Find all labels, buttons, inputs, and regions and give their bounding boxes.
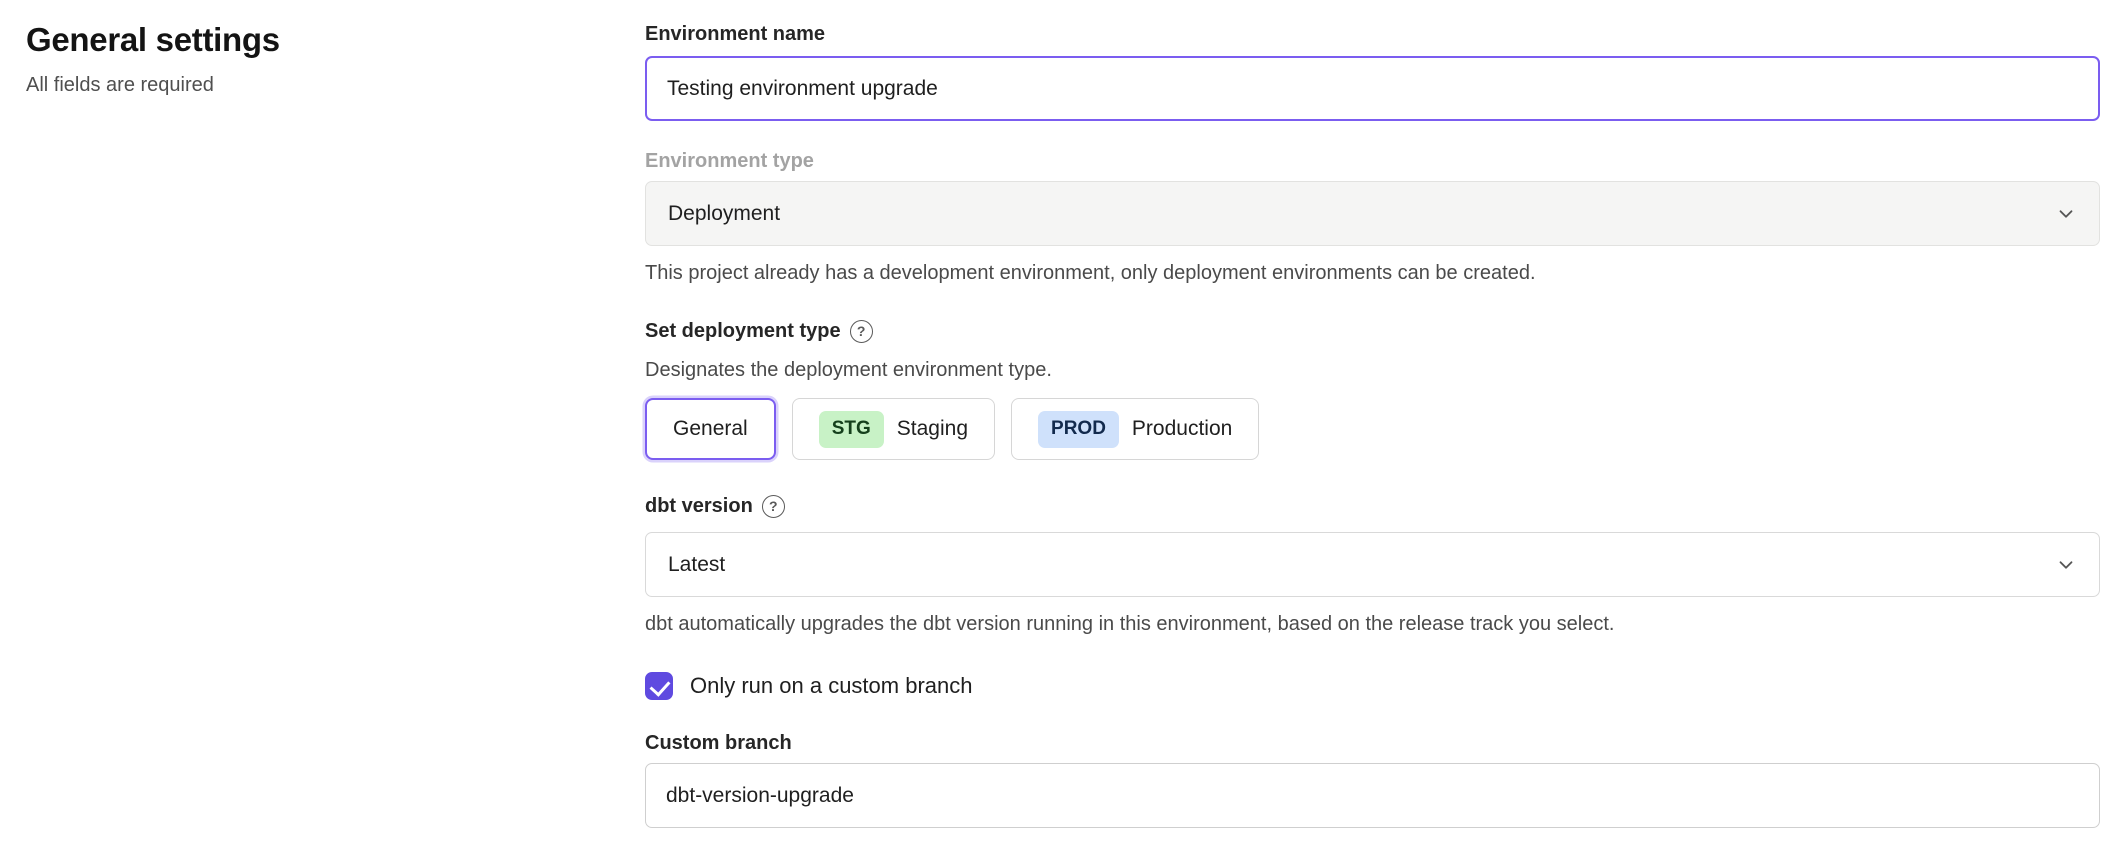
environment-name-input[interactable] (645, 56, 2100, 121)
deployment-type-staging-button[interactable]: STG Staging (792, 398, 995, 460)
deployment-type-staging-label: Staging (897, 417, 968, 441)
chevron-down-icon (2055, 203, 2077, 225)
environment-settings-form: Environment name Environment type Deploy… (645, 18, 2100, 864)
dbt-version-label-row: dbt version (645, 492, 2100, 520)
deployment-type-helper: Designates the deployment environment ty… (645, 357, 2100, 384)
dbt-version-selected-value: Latest (668, 553, 725, 577)
deployment-type-production-label: Production (1132, 417, 1232, 441)
chevron-down-icon (2055, 554, 2077, 576)
help-icon[interactable] (762, 495, 785, 518)
environment-type-helper: This project already has a development e… (645, 260, 2100, 287)
deployment-type-options: General STG Staging PROD Production (645, 398, 2100, 460)
dbt-version-select[interactable]: Latest (645, 532, 2100, 597)
deployment-type-production-button[interactable]: PROD Production (1011, 398, 1259, 460)
custom-branch-checkbox-label[interactable]: Only run on a custom branch (690, 673, 972, 699)
environment-type-label: Environment type (645, 147, 2100, 175)
dbt-version-label: dbt version (645, 492, 753, 520)
custom-branch-checkbox[interactable] (645, 672, 673, 700)
custom-branch-toggle-row: Only run on a custom branch (645, 672, 2100, 700)
environment-name-label: Environment name (645, 20, 2100, 48)
dbt-version-helper: dbt automatically upgrades the dbt versi… (645, 611, 2100, 638)
environment-settings-page: General settings All fields are required… (0, 0, 2116, 864)
environment-type-select[interactable]: Deployment (645, 181, 2100, 246)
deployment-type-general-label: General (673, 417, 748, 441)
settings-header: General settings All fields are required (26, 18, 645, 864)
staging-badge: STG (819, 411, 884, 448)
production-badge: PROD (1038, 411, 1119, 448)
environment-type-selected-value: Deployment (668, 202, 780, 226)
custom-branch-input[interactable] (645, 763, 2100, 828)
deployment-type-label: Set deployment type (645, 317, 841, 345)
help-icon[interactable] (850, 320, 873, 343)
page-subtitle: All fields are required (26, 72, 645, 98)
custom-branch-label: Custom branch (645, 729, 2100, 757)
page-title: General settings (26, 20, 645, 60)
deployment-type-general-button[interactable]: General (645, 398, 776, 460)
deployment-type-label-row: Set deployment type (645, 317, 2100, 345)
